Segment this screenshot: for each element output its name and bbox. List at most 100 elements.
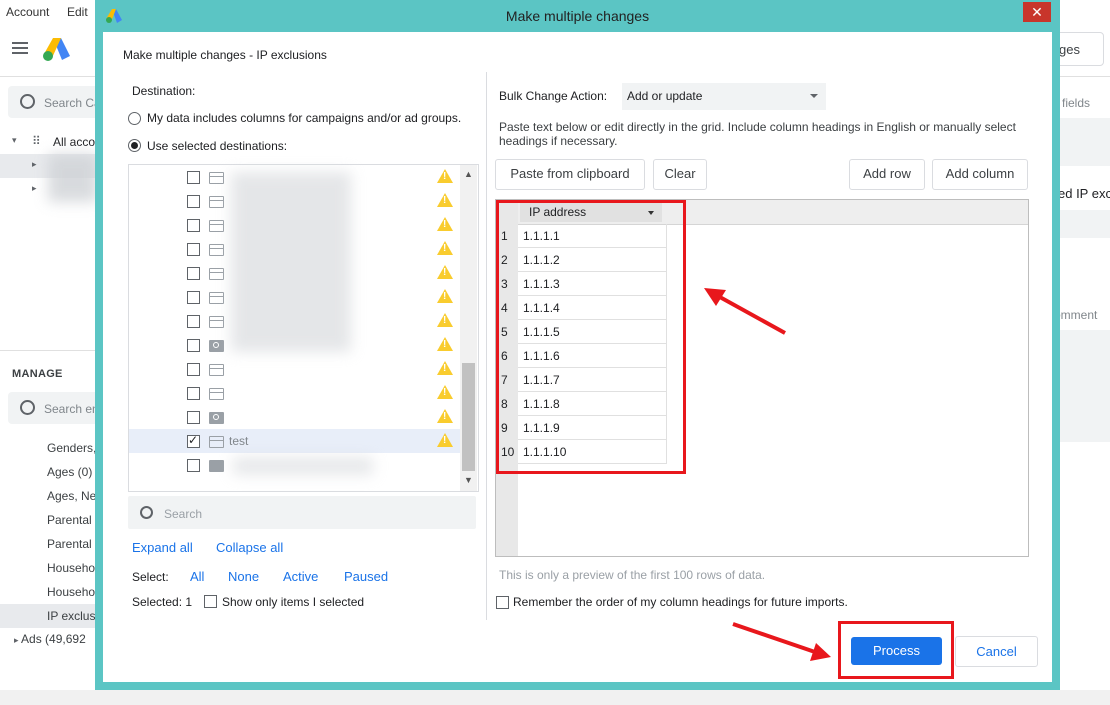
campaign-icon <box>209 268 224 280</box>
collapse-all-link[interactable]: Collapse all <box>216 540 283 555</box>
campaign-icon <box>209 244 224 256</box>
destination-checkbox[interactable] <box>187 363 200 376</box>
destination-row[interactable] <box>129 357 460 381</box>
destination-row[interactable] <box>129 381 460 405</box>
radio-selected-label: Use selected destinations: <box>147 139 288 153</box>
remember-order-checkbox[interactable] <box>496 596 509 609</box>
nav-item[interactable]: Ages, Ne <box>0 484 100 508</box>
close-icon[interactable]: ✕ <box>1023 2 1051 22</box>
campaign-search-input[interactable]: Search Ca <box>8 86 103 118</box>
chevron-right-icon: ▸ <box>32 159 37 169</box>
destination-search-input[interactable]: Search <box>128 496 476 529</box>
warning-icon <box>437 409 453 423</box>
destination-checkbox[interactable] <box>187 411 200 424</box>
paste-from-clipboard-button[interactable]: Paste from clipboard <box>495 159 645 190</box>
nav-item[interactable]: Househo <box>0 556 100 580</box>
select-none-link[interactable]: None <box>228 569 259 584</box>
destination-checkbox[interactable] <box>187 195 200 208</box>
campaign-icon <box>209 364 224 376</box>
warning-icon <box>437 385 453 399</box>
highlight-box-grid <box>496 200 686 474</box>
add-row-button[interactable]: Add row <box>849 159 925 190</box>
destination-checkbox[interactable] <box>187 315 200 328</box>
destination-checkbox[interactable] <box>187 243 200 256</box>
destination-name: test <box>229 434 249 448</box>
show-only-selected-checkbox[interactable] <box>204 595 217 608</box>
scroll-up-icon[interactable]: ▲ <box>464 169 473 179</box>
nav-item-ads[interactable]: ▸ Ads (49,692 <box>14 632 86 646</box>
manage-heading: MANAGE <box>12 368 63 380</box>
dialog-title: Make multiple changes <box>505 8 650 24</box>
destination-checkbox[interactable] <box>187 219 200 232</box>
search-icon <box>20 400 35 415</box>
nav-item-ip-exclusions[interactable]: IP exclus <box>0 604 100 628</box>
warning-icon <box>437 289 453 303</box>
right-panel <box>1058 210 1110 238</box>
highlight-box-process <box>838 621 954 679</box>
destination-checkbox[interactable] <box>187 339 200 352</box>
campaign-icon <box>209 220 224 232</box>
destination-checkbox[interactable] <box>187 171 200 184</box>
instructions-text: Paste text below or edit directly in the… <box>499 120 1016 148</box>
scroll-down-icon[interactable]: ▼ <box>464 475 473 485</box>
hamburger-menu-icon[interactable] <box>12 42 28 54</box>
bulk-change-action-label: Bulk Change Action: <box>499 89 608 103</box>
right-panel <box>1058 330 1110 442</box>
warning-icon <box>437 433 453 447</box>
blurred-destination-names <box>231 172 351 352</box>
video-campaign-icon <box>209 460 224 472</box>
nav-item[interactable]: Parental <box>0 532 100 556</box>
blurred-destination-name <box>233 457 373 475</box>
tree-root[interactable]: ▾ ⠿ All acco <box>0 130 100 154</box>
campaign-icon <box>209 172 224 184</box>
remember-order-label: Remember the order of my column headings… <box>513 595 848 609</box>
nav-item[interactable]: Genders, <box>0 436 100 460</box>
radio-data-label: My data includes columns for campaigns a… <box>147 111 462 125</box>
nav-item[interactable]: Parental <box>0 508 100 532</box>
warning-icon <box>437 193 453 207</box>
warning-icon <box>437 337 453 351</box>
dropdown-arrow-icon <box>810 94 818 98</box>
campaign-icon <box>209 196 224 208</box>
show-only-selected-label: Show only items I selected <box>222 595 365 609</box>
chevron-right-icon: ▸ <box>14 635 22 645</box>
campaign-icon <box>209 388 224 400</box>
menu-edit[interactable]: Edit <box>67 5 88 19</box>
select-all-link[interactable]: All <box>190 569 204 584</box>
select-active-link[interactable]: Active <box>283 569 318 584</box>
warning-icon <box>437 217 453 231</box>
search-icon <box>20 94 35 109</box>
nav-item[interactable]: Househo <box>0 580 100 604</box>
radio-data-includes-columns[interactable] <box>128 112 141 125</box>
nav-item[interactable]: Ages (0) <box>0 460 100 484</box>
expand-all-link[interactable]: Expand all <box>132 540 193 555</box>
destination-checkbox[interactable] <box>187 291 200 304</box>
destination-row[interactable] <box>129 405 460 429</box>
add-column-button[interactable]: Add column <box>932 159 1028 190</box>
scrollbar[interactable]: ▲ ▼ <box>460 165 477 491</box>
right-panel-title: ed IP exc <box>1058 186 1110 201</box>
campaign-icon <box>209 316 224 328</box>
destination-checkbox[interactable] <box>187 433 200 448</box>
cancel-button[interactable]: Cancel <box>955 636 1038 667</box>
manage-nav: Genders, Ages (0) Ages, Ne Parental Pare… <box>0 436 100 628</box>
destination-checkbox[interactable] <box>187 387 200 400</box>
search-icon <box>140 506 153 519</box>
destination-checkbox[interactable] <box>187 267 200 280</box>
scrollbar-thumb[interactable] <box>462 363 475 471</box>
fields-label: fields <box>1062 96 1091 110</box>
bulk-change-action-select[interactable]: Add or update <box>622 83 826 110</box>
destination-row[interactable]: test <box>129 429 460 453</box>
clear-button[interactable]: Clear <box>653 159 707 190</box>
radio-use-selected-destinations[interactable] <box>128 139 141 152</box>
chevron-right-icon: ▸ <box>32 183 37 193</box>
select-paused-link[interactable]: Paused <box>344 569 388 584</box>
chevron-down-icon: ▾ <box>12 135 17 145</box>
menu-account[interactable]: Account <box>6 5 49 19</box>
destination-checkbox[interactable] <box>187 459 200 472</box>
preview-note: This is only a preview of the first 100 … <box>499 568 766 582</box>
warning-icon <box>437 265 453 279</box>
dialog-subtitle: Make multiple changes - IP exclusions <box>123 48 327 62</box>
grid-icon: ⠿ <box>32 134 41 148</box>
entity-search-input[interactable]: Search en <box>8 392 103 424</box>
